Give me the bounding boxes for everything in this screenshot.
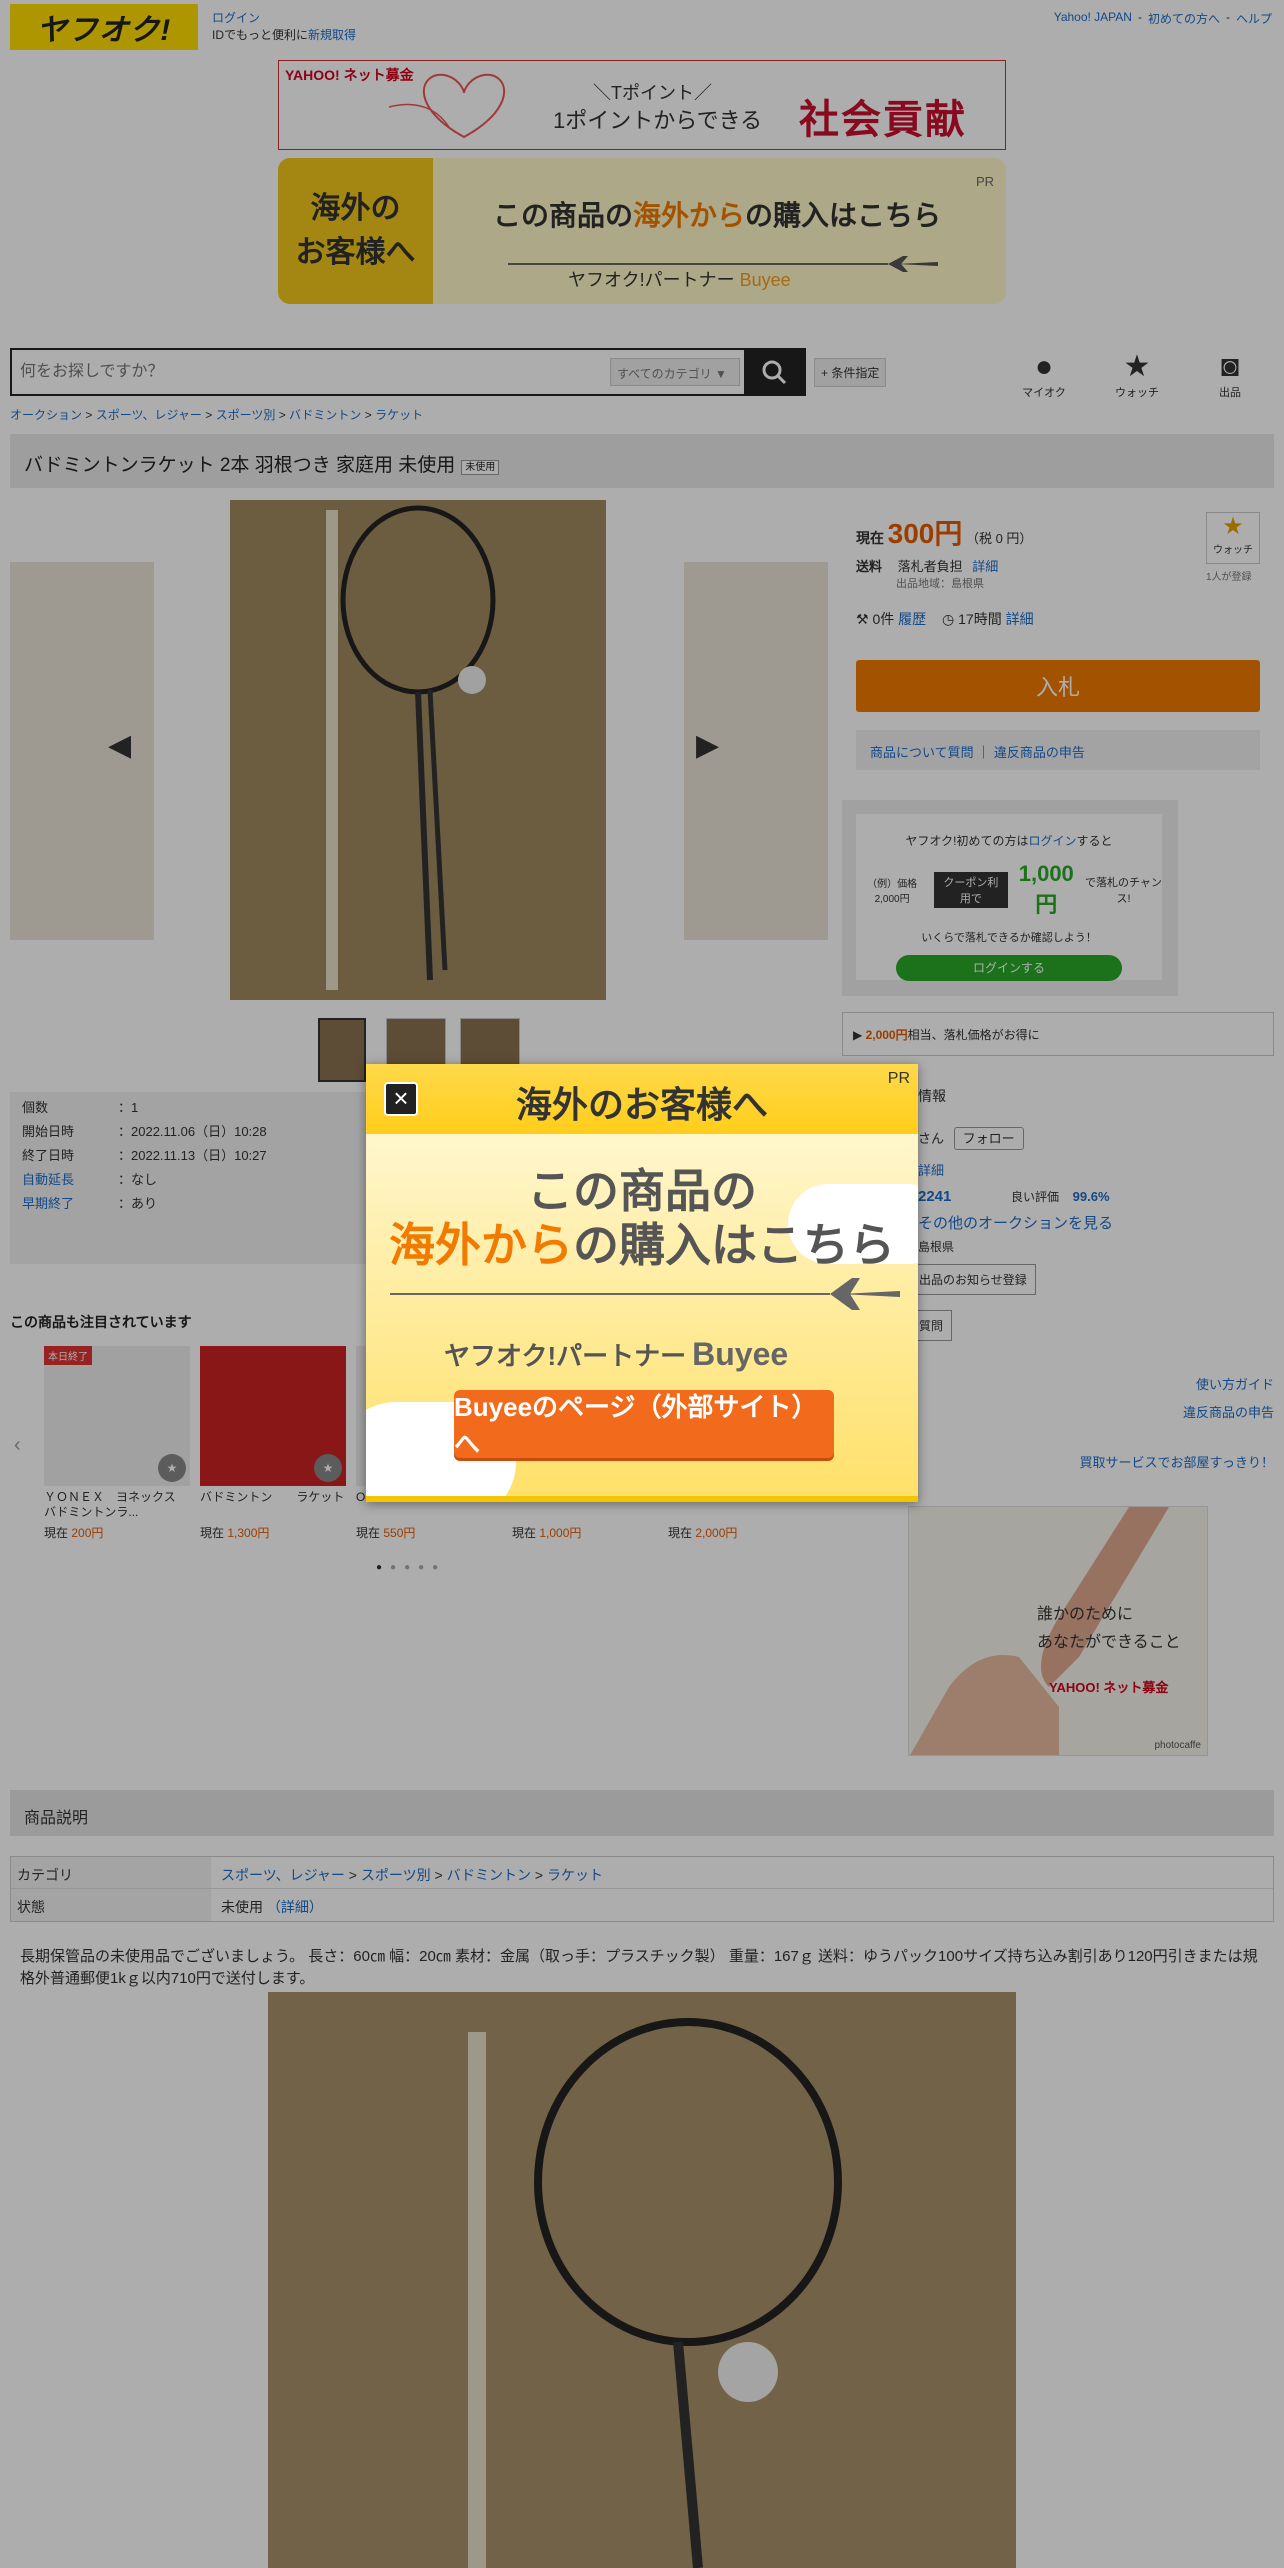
modal-partner: ヤフオク!パートナー Buyee bbox=[444, 1336, 789, 1372]
modal-title: 海外のお客様へ bbox=[515, 1084, 768, 1125]
buyee-modal: 海外のお客様へ × PR この商品の 海外からの購入はこちら ヤフオク!パートナ… bbox=[366, 1064, 918, 1502]
modal-pr: PR bbox=[887, 1070, 910, 1087]
modal-bottom-bar bbox=[366, 1496, 918, 1502]
modal-headline: この商品の 海外からの購入はこちら bbox=[389, 1165, 895, 1271]
airplane-icon bbox=[390, 1278, 900, 1310]
close-icon[interactable]: × bbox=[384, 1082, 418, 1116]
buyee-cta-button[interactable]: Buyeeのページ（外部サイト）へ bbox=[454, 1390, 834, 1459]
